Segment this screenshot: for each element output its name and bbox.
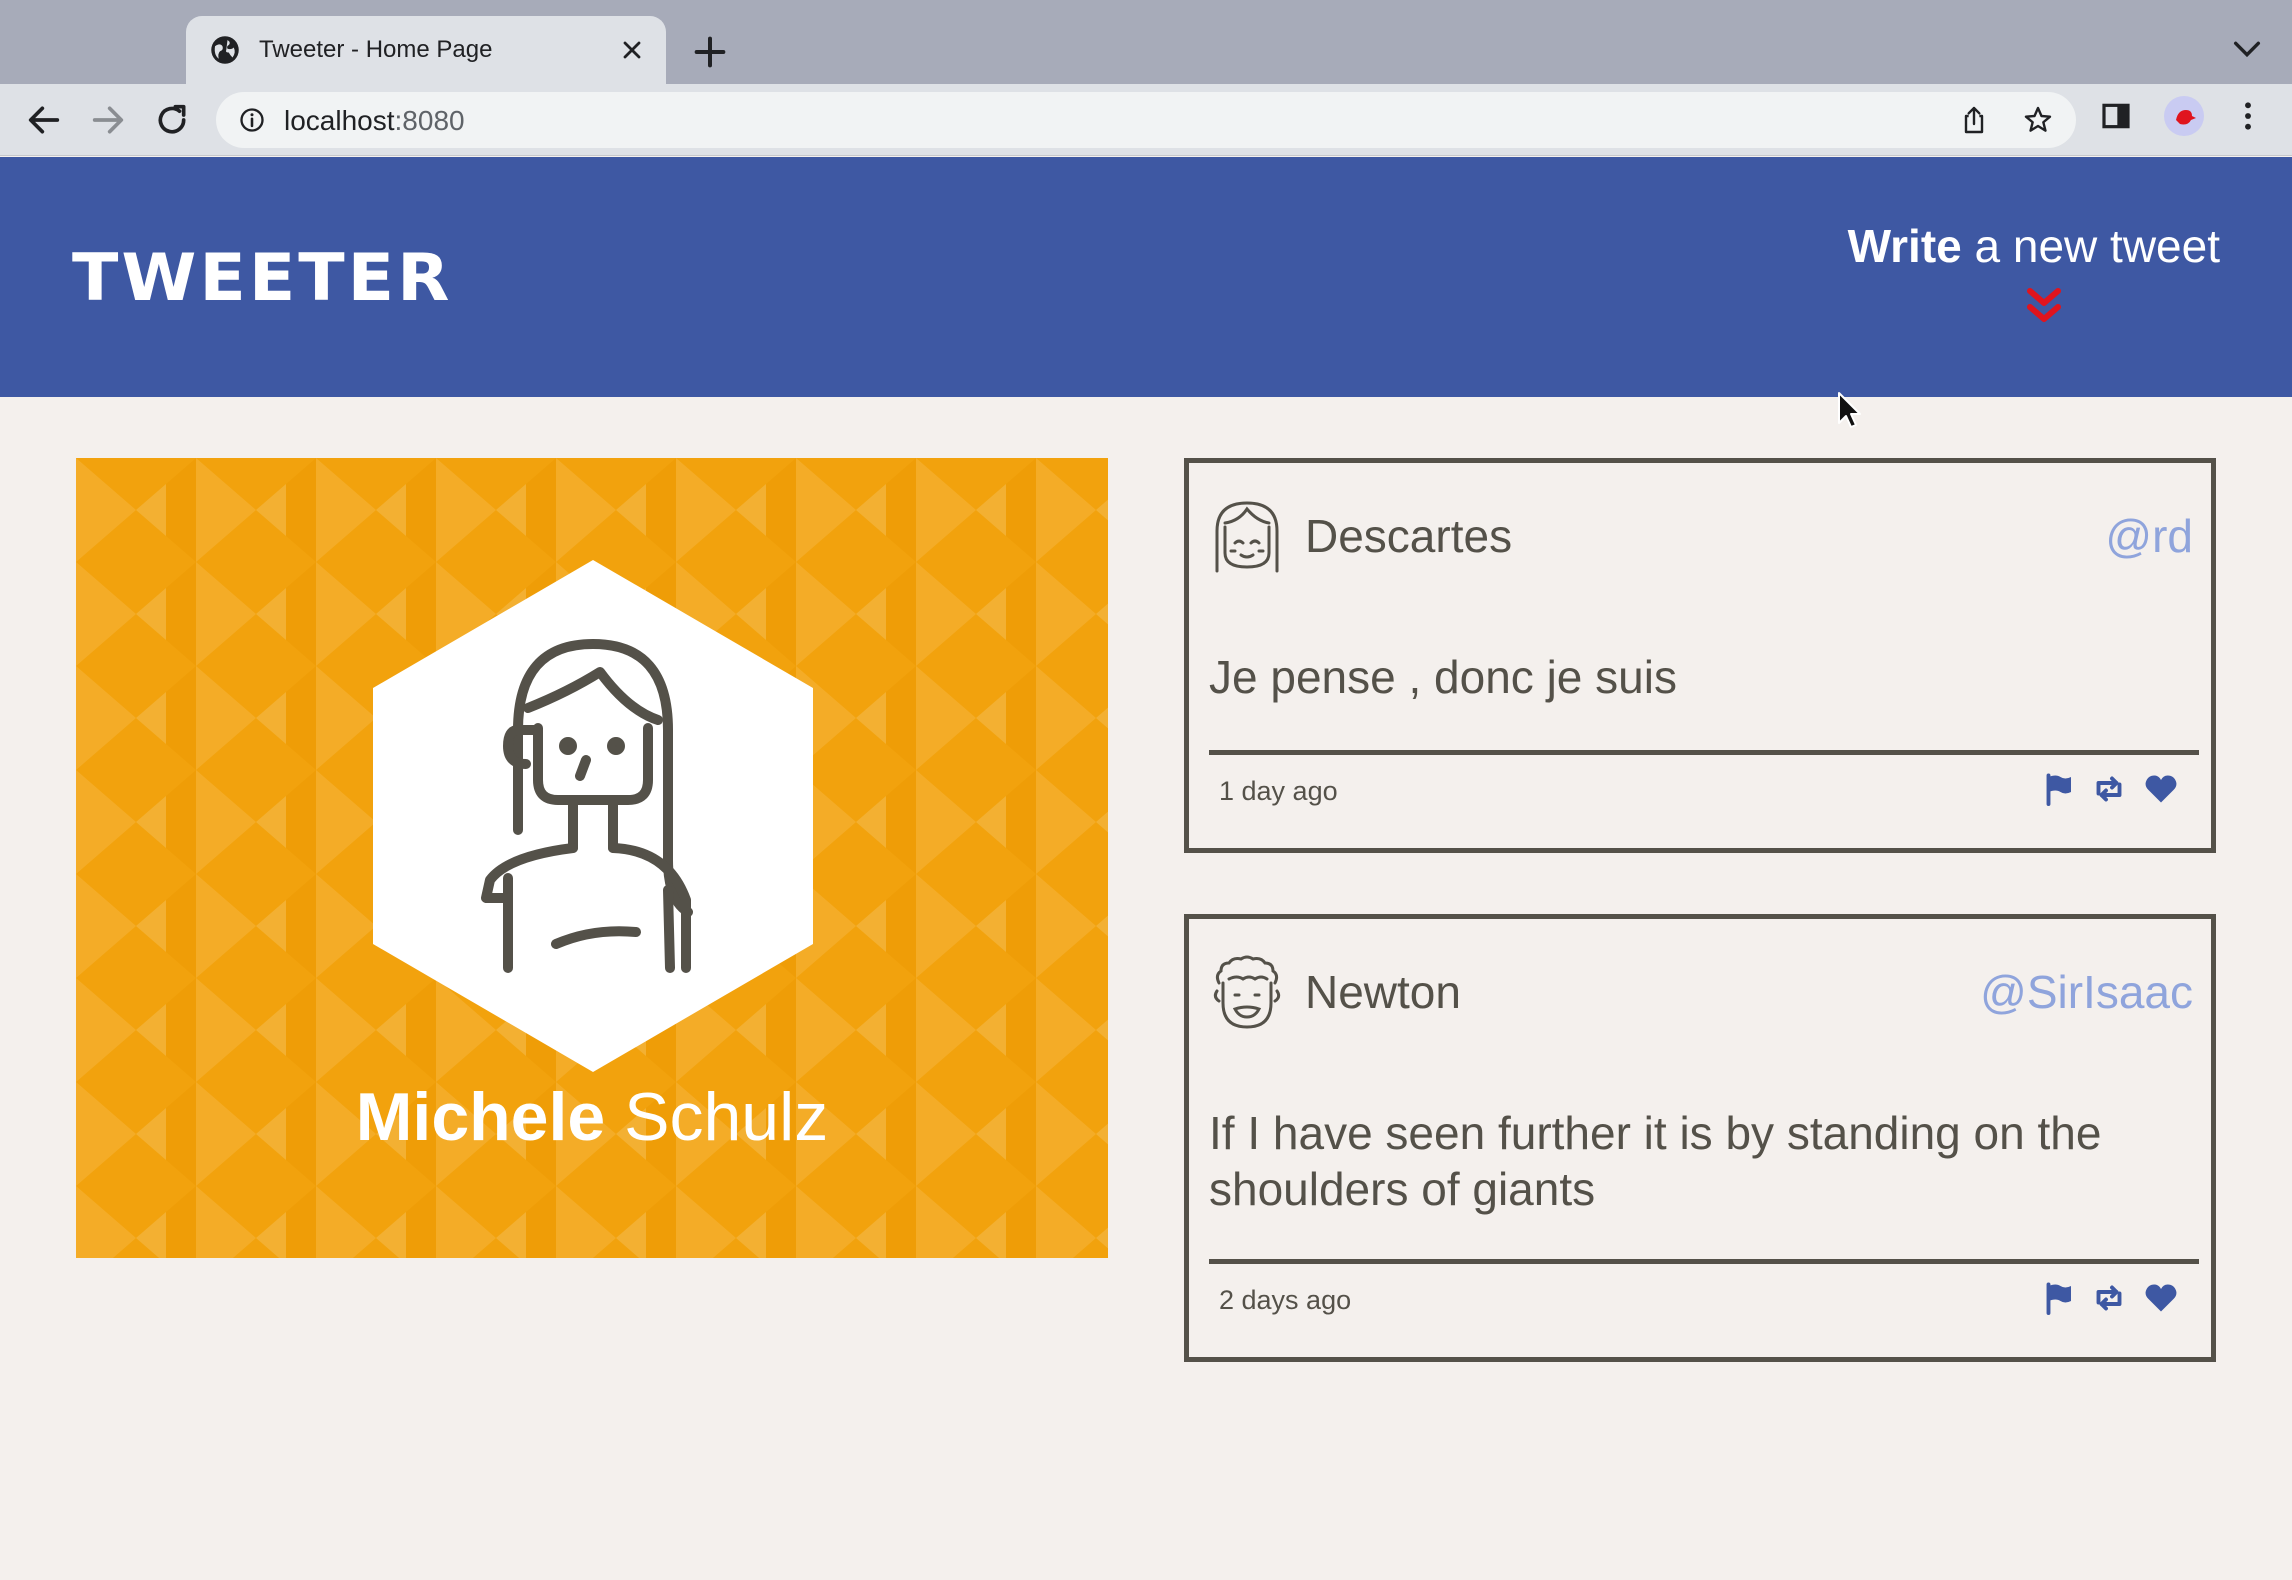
tweet-divider: [1209, 750, 2199, 755]
tweet-text: Je pense , donc je suis: [1209, 651, 1677, 703]
profile-name: Michele Schulz: [355, 1079, 829, 1155]
flag-icon[interactable]: [2041, 1280, 2077, 1316]
bird-icon: [2176, 110, 2196, 125]
heart-icon[interactable]: [2143, 1280, 2179, 1316]
forward-arrow-icon[interactable]: [88, 100, 128, 140]
flag-icon[interactable]: [2041, 771, 2077, 807]
profile-card: Michele Schulz: [76, 458, 1108, 1258]
tweet-author-handle[interactable]: @rd: [2105, 509, 2193, 563]
share-icon[interactable]: [1958, 104, 1990, 136]
tweet-text: If I have seen further it is by standing…: [1209, 1107, 2102, 1215]
browser-profile-avatar[interactable]: [2164, 96, 2204, 136]
double-chevron-down-icon[interactable]: [2024, 285, 2064, 329]
globe-icon: [211, 36, 239, 64]
close-icon[interactable]: [618, 36, 646, 64]
site-logo[interactable]: TWEETER: [72, 241, 453, 316]
bookmark-star-icon[interactable]: [2022, 104, 2054, 136]
tweet-divider: [1209, 1259, 2199, 1264]
retweet-icon[interactable]: [2091, 771, 2127, 807]
browser-tab[interactable]: Tweeter - Home Page: [186, 16, 666, 84]
curly-hair-avatar-icon: [1213, 955, 1281, 1029]
back-arrow-icon[interactable]: [24, 100, 64, 140]
tweet-timestamp: 2 days ago: [1219, 1285, 1352, 1315]
mouse-cursor-icon: [1838, 392, 1861, 428]
info-icon[interactable]: [238, 106, 266, 134]
reload-icon[interactable]: [152, 100, 192, 140]
retweet-icon[interactable]: [2091, 1280, 2127, 1316]
browser-toolbar: localhost:8080: [0, 84, 2292, 156]
user-avatar: [373, 560, 813, 1072]
chevron-down-icon[interactable]: [2230, 36, 2264, 62]
page-content: TWEETER Write a new tweet Michele Schulz…: [0, 157, 2292, 1580]
tweet-timestamp: 1 day ago: [1219, 776, 1338, 806]
tweet-author-name: Descartes: [1305, 510, 1513, 562]
write-new-tweet-link[interactable]: Write a new tweet: [1848, 219, 2220, 273]
new-tab-plus-icon[interactable]: [690, 32, 730, 72]
tweet-card: Descartes @rd Je pense , donc je suis 1 …: [1184, 458, 2216, 853]
tab-title: Tweeter - Home Page: [259, 36, 493, 63]
tweet-actions: [2041, 1280, 2181, 1316]
girl-avatar-icon: [1215, 501, 1279, 573]
address-bar[interactable]: localhost:8080: [216, 92, 2076, 148]
url-text[interactable]: localhost:8080: [284, 105, 465, 137]
tweet-card: Newton @SirIsaac If I have seen further …: [1184, 914, 2216, 1362]
tweet-author-handle[interactable]: @SirIsaac: [1980, 965, 2193, 1019]
browser-tab-strip: Tweeter - Home Page: [0, 0, 2292, 84]
more-options-icon[interactable]: [2234, 100, 2262, 132]
site-header: TWEETER Write a new tweet: [0, 157, 2292, 397]
heart-icon[interactable]: [2143, 771, 2179, 807]
tweet-author-name: Newton: [1305, 966, 1461, 1018]
tweet-actions: [2041, 771, 2181, 807]
side-panel-icon[interactable]: [2100, 100, 2132, 132]
